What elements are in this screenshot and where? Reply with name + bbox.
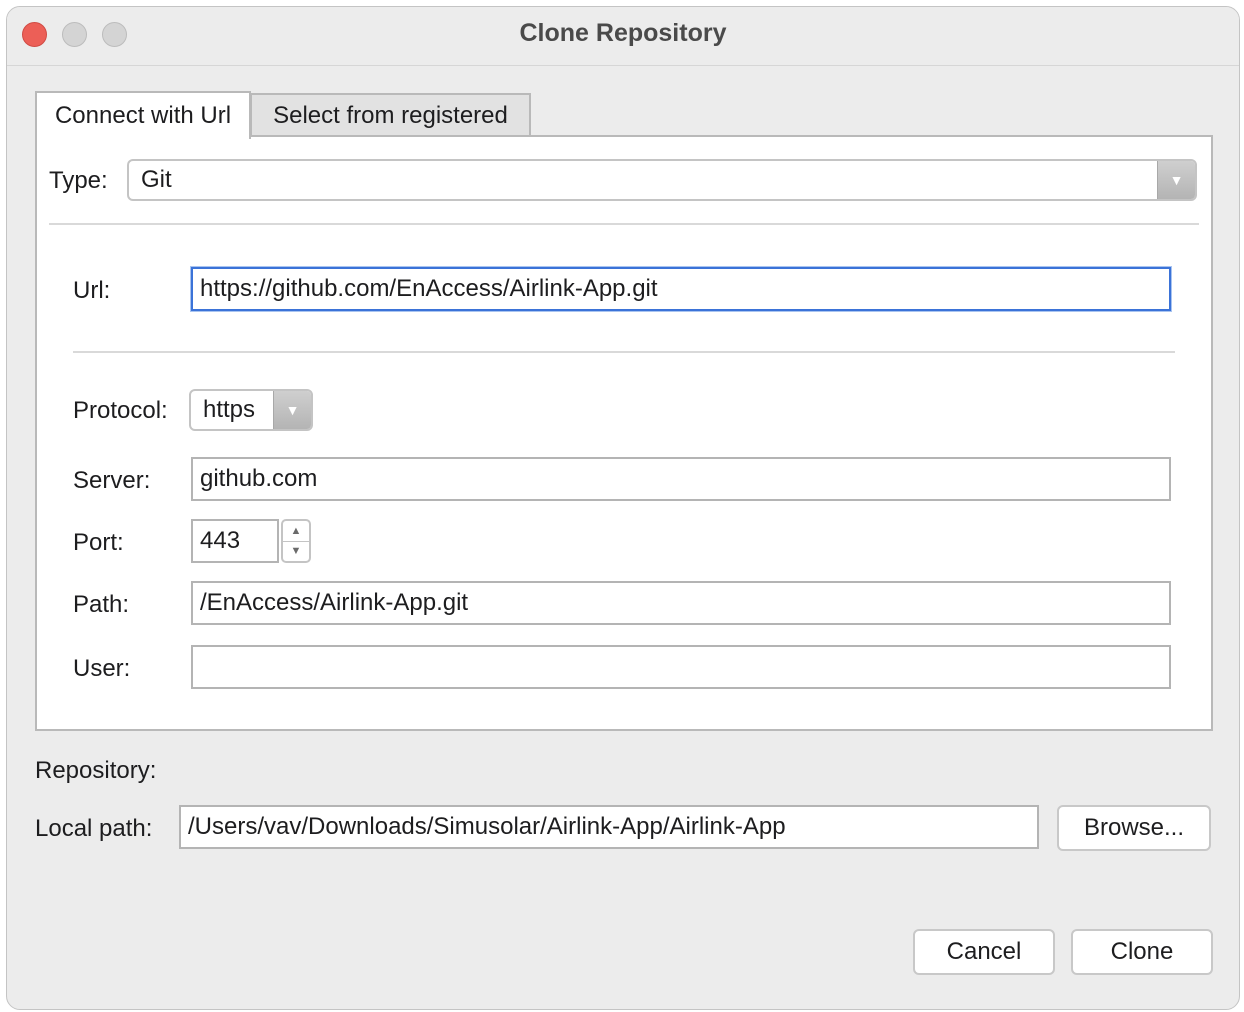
clone-repository-dialog: Clone Repository Connect with Url Select… — [6, 6, 1240, 1010]
type-label: Type: — [49, 167, 108, 194]
chevron-down-icon: ▼ — [273, 391, 311, 429]
protocol-select[interactable]: https ▼ — [189, 389, 313, 431]
title-bar: Clone Repository — [7, 7, 1239, 66]
type-divider — [49, 223, 1199, 225]
type-select[interactable]: Git ▼ — [127, 159, 1197, 201]
tab-connect-with-url[interactable]: Connect with Url — [35, 91, 251, 139]
clone-button[interactable]: Clone — [1071, 929, 1213, 975]
tab-select-from-registered[interactable]: Select from registered — [250, 93, 531, 137]
port-input[interactable]: 443 — [191, 519, 279, 563]
url-divider — [73, 351, 1175, 353]
path-input[interactable]: /EnAccess/Airlink-App.git — [191, 581, 1171, 625]
cancel-button[interactable]: Cancel — [913, 929, 1055, 975]
server-label: Server: — [73, 467, 151, 494]
server-input[interactable]: github.com — [191, 457, 1171, 501]
connection-panel: Type: Git ▼ Url: https://github.com/EnAc… — [35, 135, 1213, 731]
path-label: Path: — [73, 591, 130, 618]
port-stepper[interactable]: ▲ ▼ — [281, 519, 311, 563]
user-input[interactable] — [191, 645, 1171, 689]
arrow-down-icon[interactable]: ▼ — [283, 542, 309, 562]
url-input[interactable]: https://github.com/EnAccess/Airlink-App.… — [191, 267, 1171, 311]
browse-button[interactable]: Browse... — [1057, 805, 1211, 851]
user-label: User: — [73, 655, 131, 682]
chevron-down-icon: ▼ — [1157, 161, 1195, 199]
local-path-input[interactable]: /Users/vav/Downloads/Simusolar/Airlink-A… — [179, 805, 1039, 849]
protocol-select-value: https — [203, 396, 256, 423]
window-title: Clone Repository — [519, 19, 727, 47]
port-label: Port: — [73, 529, 124, 556]
repository-section-label: Repository: — [35, 757, 157, 784]
url-label: Url: — [73, 277, 111, 304]
protocol-label: Protocol: — [73, 397, 168, 424]
arrow-up-icon[interactable]: ▲ — [283, 521, 309, 542]
type-select-value: Git — [141, 166, 172, 193]
local-path-label: Local path: — [35, 815, 153, 842]
